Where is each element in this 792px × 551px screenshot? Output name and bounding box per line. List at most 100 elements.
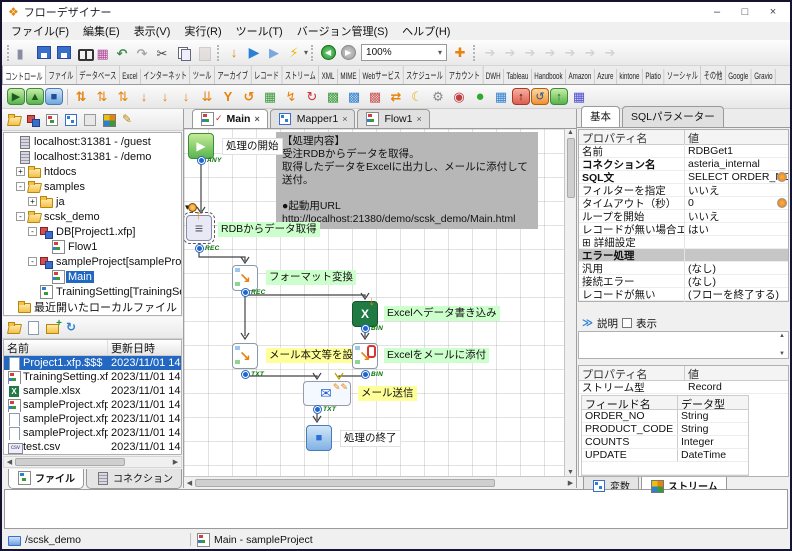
save-icon[interactable] — [34, 43, 54, 63]
tree-item-label[interactable]: 最近開いたローカルファイル — [32, 299, 179, 315]
menu-item[interactable]: 実行(R) — [177, 22, 228, 40]
stop-flow-icon[interactable]: ■ — [45, 88, 63, 105]
category-tab[interactable]: Platio — [643, 69, 665, 84]
mapper-table-icon[interactable]: ▦ — [491, 87, 511, 106]
text-lines-icon[interactable]: ↯ — [281, 87, 301, 106]
tree-item-label[interactable]: sampleProject[sampleProject.xfp] — [54, 256, 181, 268]
category-tab[interactable]: XML — [319, 69, 338, 84]
tree-item-label[interactable]: ja — [54, 196, 67, 208]
assign-var-icon[interactable]: ↓ — [155, 87, 175, 106]
record-table-icon[interactable]: ▦ — [260, 87, 280, 106]
value-edit-button[interactable] — [777, 172, 787, 182]
tab-close-icon[interactable]: × — [254, 114, 259, 124]
property-value[interactable]: RDBGet1 — [688, 145, 733, 157]
search-icon[interactable] — [74, 43, 94, 63]
column-header-name[interactable]: 名前 — [4, 340, 108, 355]
category-tab[interactable]: DWH — [483, 69, 504, 84]
property-value[interactable]: asteria_internal — [688, 158, 760, 170]
property-value[interactable]: 0 — [688, 197, 694, 209]
run-options-chevron-icon[interactable]: ▾ — [304, 48, 308, 57]
field-row[interactable] — [582, 462, 748, 475]
stream-type-row[interactable]: ストリーム型 Record — [579, 381, 788, 394]
category-tab[interactable]: ストリーム — [282, 66, 320, 84]
branch-regex-icon[interactable]: ⇅ — [113, 87, 133, 106]
mail-send-node[interactable]: ✉ — [303, 381, 351, 406]
category-tab[interactable]: Handbook — [532, 69, 566, 84]
editor-tab[interactable]: ✓ Main × — [192, 109, 268, 128]
assign-icon[interactable]: ↓ — [134, 87, 154, 106]
tree-item[interactable]: localhost:31381 - /demo — [4, 149, 181, 164]
category-tab[interactable]: コントロール — [2, 66, 46, 84]
field-row[interactable]: COUNTS Integer — [582, 436, 748, 449]
property-value[interactable]: はい — [688, 224, 709, 236]
category-tab[interactable]: Azure — [595, 69, 617, 84]
canvas-vscrollbar[interactable]: ▲ ▼ — [564, 129, 576, 476]
forward-button[interactable]: ▶ — [338, 43, 358, 63]
tree-expander[interactable]: - — [16, 212, 25, 221]
tree-item-label[interactable]: htdocs — [42, 166, 78, 178]
port-dot[interactable] — [242, 289, 249, 296]
separator[interactable] — [64, 87, 70, 106]
tree-item[interactable]: + ja — [4, 194, 181, 209]
rename-icon[interactable] — [121, 112, 136, 126]
menu-item[interactable]: 編集(E) — [76, 22, 127, 40]
excel-attach-node[interactable]: ↘ — [352, 343, 378, 369]
tree-item[interactable]: 最近開いたローカルファイル — [4, 299, 181, 314]
toolbar-grip[interactable] — [311, 44, 315, 61]
node-label[interactable]: RDBからデータ取得 — [218, 222, 320, 237]
subflow-user-icon[interactable]: ▩ — [344, 87, 364, 106]
breakpoint-badge[interactable]: ▾ — [185, 202, 197, 213]
tree-item[interactable]: - sampleProject[sampleProject.xfp] — [4, 254, 181, 269]
tree-item[interactable]: - samples — [4, 179, 181, 194]
step-in-icon[interactable]: ➔ — [500, 43, 520, 63]
category-tab[interactable]: スケジュール — [403, 66, 447, 84]
format-convert-node[interactable]: ↘ — [232, 265, 258, 291]
category-tab[interactable]: その他 — [701, 66, 726, 84]
column-header-date[interactable]: 更新日時 — [108, 340, 181, 355]
filter-icon[interactable]: ↓ — [176, 87, 196, 106]
mail-body-node[interactable]: ↘ — [232, 343, 258, 369]
scroll-up-icon[interactable]: ▲ — [777, 333, 787, 339]
tree-expander[interactable]: + — [28, 197, 37, 206]
description-text-area[interactable]: ▲ ▼ — [578, 331, 789, 359]
robot-icon[interactable]: ⚙ — [428, 87, 448, 106]
category-tab[interactable]: Google — [726, 69, 752, 84]
node-label[interactable]: Excelへデータ書き込み — [384, 306, 500, 321]
step-run-icon[interactable]: ➔ — [480, 43, 500, 63]
property-value[interactable]: SELECT ORDER_NO, P... — [688, 171, 788, 183]
menu-item[interactable]: ヘルプ(H) — [395, 22, 457, 40]
start-flow-icon[interactable]: ▶ — [7, 88, 25, 105]
category-tab[interactable]: MIME — [338, 69, 360, 84]
scroll-thumb[interactable] — [15, 458, 125, 466]
redo-icon[interactable]: ↷ — [134, 43, 154, 63]
scroll-up-icon[interactable]: ▲ — [565, 129, 576, 136]
node-label[interactable]: メール送信 — [358, 386, 417, 401]
branch-icon[interactable]: ⇅ — [71, 87, 91, 106]
field-row[interactable]: PRODUCT_CODE String — [582, 423, 748, 436]
resume-debug-icon[interactable]: ➔ — [580, 43, 600, 63]
retry-icon[interactable]: ↺ — [531, 88, 549, 105]
toolbar-grip[interactable] — [217, 44, 221, 61]
toolbar-grip[interactable] — [7, 44, 11, 61]
category-tab[interactable]: レコード — [251, 66, 283, 84]
undo-icon[interactable]: ↶ — [114, 43, 134, 63]
file-row[interactable]: sample.xlsx 2023/11/01 14:1... — [4, 384, 181, 398]
port-dot[interactable] — [362, 371, 369, 378]
resume-flow-icon[interactable]: ▲ — [26, 88, 44, 105]
web-globe-icon[interactable]: ● — [470, 87, 490, 106]
file-row[interactable]: test.csv 2023/11/01 14:0... — [4, 440, 181, 454]
new-project-icon[interactable] — [26, 113, 41, 127]
explorer-tab[interactable]: ファイル — [8, 469, 84, 489]
back-button[interactable]: ◀ — [318, 43, 338, 63]
zoom-select[interactable]: 100% ▾ — [361, 44, 448, 61]
close-button[interactable]: × — [766, 6, 780, 18]
open-folder-icon[interactable] — [7, 321, 22, 334]
tree-item-label[interactable]: DB[Project1.xfp] — [54, 226, 137, 238]
tree-item-label[interactable]: scsk_demo — [42, 211, 102, 223]
tree-item[interactable]: TrainingSetting[TrainingSetting.xfp] — [4, 284, 181, 299]
minimize-button[interactable]: – — [710, 6, 724, 18]
category-tab[interactable]: ファイル — [46, 66, 77, 84]
tree-item[interactable]: + htdocs — [4, 164, 181, 179]
tab-close-icon[interactable]: × — [416, 114, 421, 124]
flow-comment[interactable]: 【処理内容】 受注RDBからデータを取得。 取得したデータをExcelに出力し、… — [276, 132, 538, 229]
